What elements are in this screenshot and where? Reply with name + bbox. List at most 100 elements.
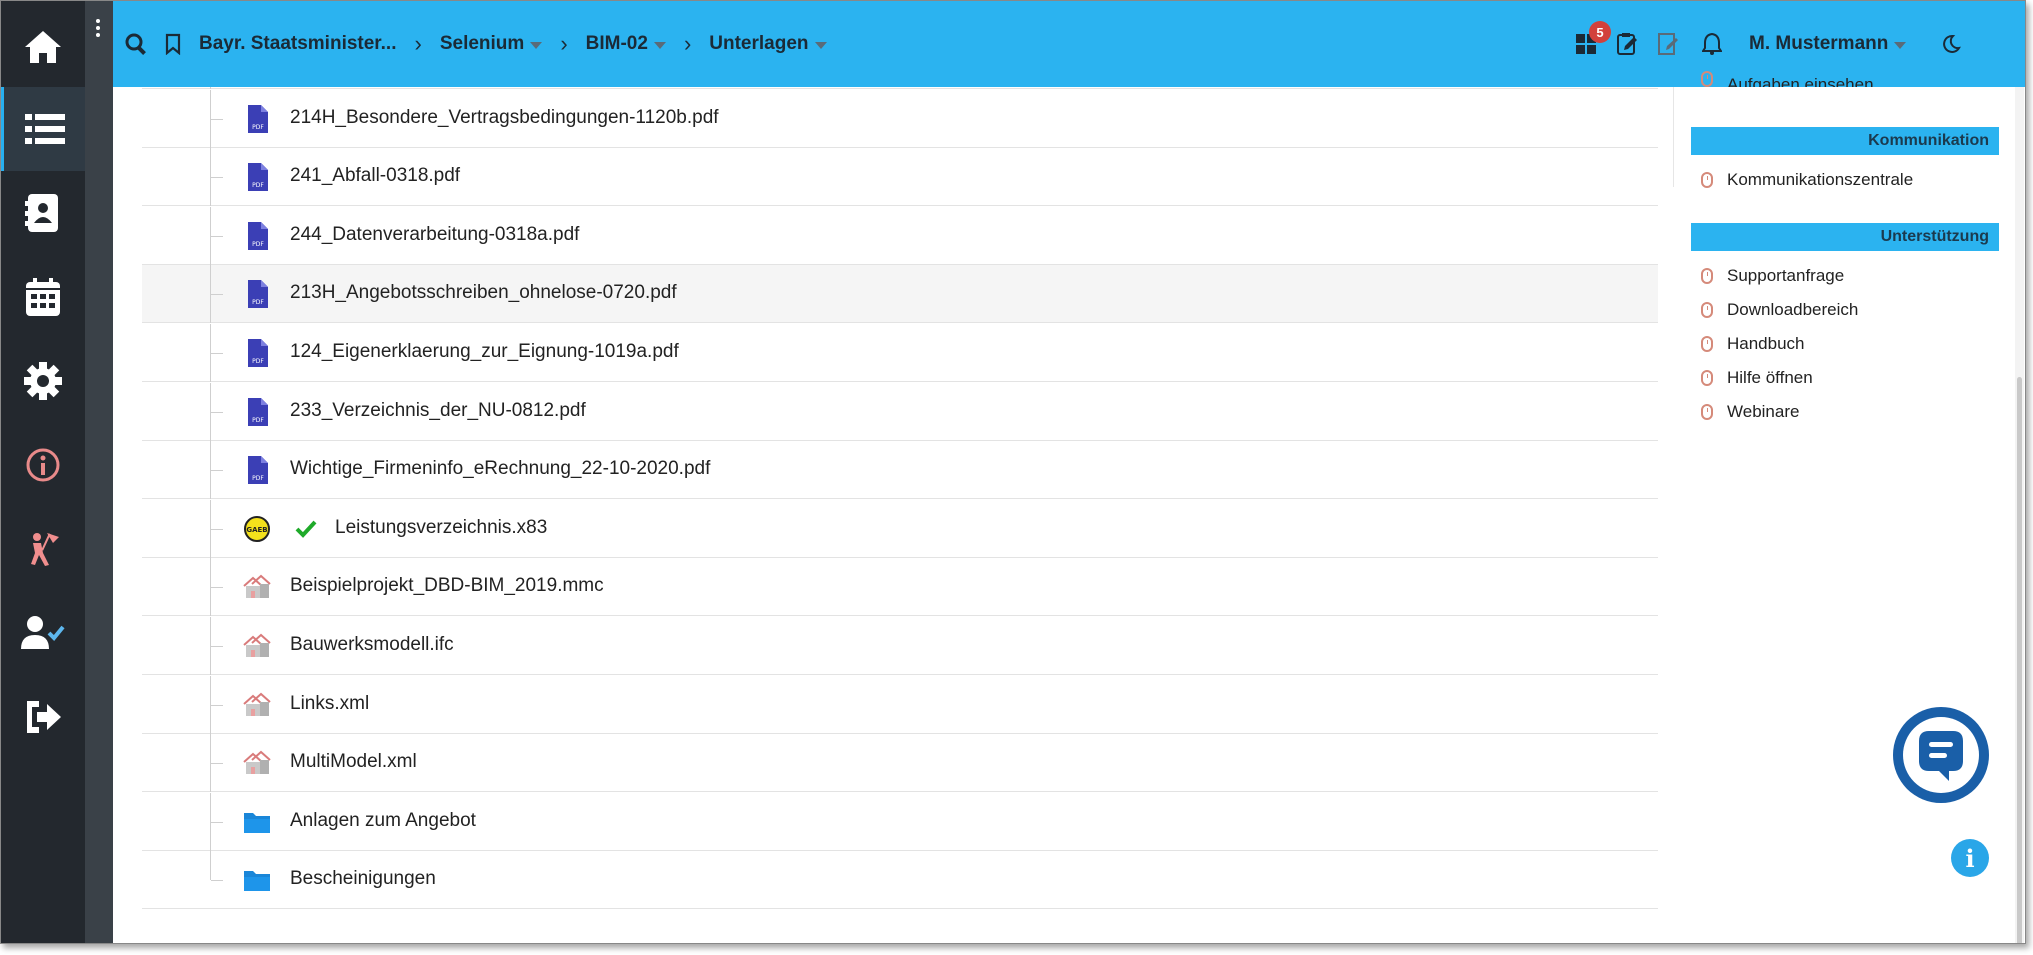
section-header-support: Unterstützung: [1691, 223, 1999, 251]
svg-text:PDF: PDF: [252, 124, 264, 131]
file-row[interactable]: Bauwerksmodell.ifc: [142, 617, 1658, 675]
chevron-right-icon: ›: [683, 31, 692, 56]
file-name[interactable]: 233_Verzeichnis_der_NU-0812.pdf: [290, 400, 586, 422]
dark-mode-toggle[interactable]: [1941, 1, 1961, 87]
chat-button[interactable]: [1893, 707, 1989, 803]
file-name[interactable]: 214H_Besondere_Vertragsbedingungen-1120b…: [290, 107, 719, 129]
breadcrumb-item-documents[interactable]: Unterlagen: [709, 33, 827, 55]
breadcrumb-bim-label: BIM-02: [585, 33, 648, 54]
kebab-menu-icon[interactable]: [96, 19, 102, 40]
file-row[interactable]: GAEB Leistungsverzeichnis.x83: [142, 499, 1658, 558]
mouse-icon: [1701, 172, 1713, 188]
file-name[interactable]: Wichtige_Firmeninfo_eRechnung_22-10-2020…: [290, 458, 710, 480]
svg-text:PDF: PDF: [252, 182, 264, 189]
scrollbar-thumb[interactable]: [2017, 377, 2022, 943]
bim-model-icon: [242, 572, 272, 602]
svg-text:PDF: PDF: [252, 299, 264, 306]
file-name[interactable]: Beispielprojekt_DBD-BIM_2019.mmc: [290, 575, 604, 597]
search-button[interactable]: [125, 1, 147, 87]
tree-branch: [211, 587, 223, 589]
document-edit-icon: [1658, 33, 1678, 55]
sidebar-item-tasks[interactable]: Aufgaben einsehen: [1701, 69, 1874, 87]
file-name[interactable]: 124_Eigenerklaerung_zur_Eignung-1019a.pd…: [290, 341, 679, 363]
file-name[interactable]: Leistungsverzeichnis.x83: [335, 517, 547, 539]
file-row[interactable]: Beispielprojekt_DBD-BIM_2019.mmc: [142, 558, 1658, 617]
panel-divider: [1673, 87, 1674, 187]
file-name[interactable]: 244_Datenverarbeitung-0318a.pdf: [290, 224, 579, 246]
sidebar-item-communication-center[interactable]: Kommunikationszentrale: [1701, 167, 1913, 193]
sidebar-item-download-area[interactable]: Downloadbereich: [1701, 297, 1858, 323]
file-name[interactable]: Bescheinigungen: [290, 868, 436, 890]
gaeb-file-icon: GAEB: [242, 514, 272, 544]
file-row[interactable]: PDF 214H_Besondere_Vertragsbedingungen-11…: [142, 89, 1658, 148]
sidebar-item-manual[interactable]: Handbuch: [1701, 331, 1805, 357]
file-row[interactable]: MultiModel.xml: [142, 734, 1658, 793]
nav-list[interactable]: [1, 87, 85, 171]
notification-count-badge: 5: [1589, 21, 1611, 43]
user-name: M. Mustermann: [1749, 33, 1889, 54]
breadcrumb-item-bim[interactable]: BIM-02: [586, 33, 666, 55]
calendar-icon: [26, 278, 60, 316]
bell-icon: [1702, 32, 1722, 55]
chevron-down-icon: [653, 42, 666, 49]
chevron-right-icon: ›: [414, 31, 422, 56]
dashboard-button[interactable]: [1575, 1, 1597, 87]
nav-logout[interactable]: [1, 675, 85, 759]
nav-contacts[interactable]: [1, 171, 85, 255]
mouse-icon: [1701, 404, 1713, 420]
file-row[interactable]: PDF 213H_Angebotsschreiben_ohnelose-0720.…: [142, 265, 1658, 324]
file-row[interactable]: PDF 233_Verzeichnis_der_NU-0812.pdf: [142, 382, 1658, 441]
sidebar-item-label: Downloadbereich: [1727, 300, 1859, 319]
nav-calendar[interactable]: [1, 255, 85, 339]
file-name[interactable]: Anlagen zum Angebot: [290, 810, 476, 832]
nav-info[interactable]: [1, 423, 85, 507]
tree-branch: [211, 118, 223, 120]
file-name[interactable]: Links.xml: [290, 693, 369, 715]
pdf-file-icon: PDF: [242, 162, 272, 192]
breadcrumb-item-project[interactable]: Selenium: [440, 33, 543, 55]
clipboard-edit-icon: [1617, 33, 1637, 55]
vertical-scrollbar[interactable]: [2015, 87, 2024, 943]
settings-gear-icon: [24, 362, 62, 400]
nav-settings[interactable]: [1, 339, 85, 423]
file-row[interactable]: PDF 241_Abfall-0318.pdf: [142, 148, 1658, 207]
mouse-icon: [1701, 302, 1713, 318]
help-info-button[interactable]: i: [1951, 839, 1989, 877]
mouse-icon: [1701, 370, 1713, 386]
file-row[interactable]: PDF 124_Eigenerklaerung_zur_Eignung-1019a…: [142, 324, 1658, 382]
file-name[interactable]: 213H_Angebotsschreiben_ohnelose-0720.pdf: [290, 282, 677, 304]
sidebar-item-open-help[interactable]: Hilfe öffnen: [1701, 365, 1813, 391]
sidebar-item-webinars[interactable]: Webinare: [1701, 399, 1799, 425]
file-row[interactable]: PDF Wichtige_Firmeninfo_eRechnung_22-10-2…: [142, 441, 1658, 500]
file-row[interactable]: Anlagen zum Angebot: [142, 792, 1658, 851]
tree-branch: [211, 177, 223, 179]
clipboard-edit-button[interactable]: [1616, 1, 1638, 87]
collapse-menu-strip[interactable]: [85, 1, 113, 943]
bookmark-icon: [165, 33, 181, 55]
document-edit-button[interactable]: [1657, 1, 1679, 87]
nav-tasks[interactable]: [1, 507, 85, 591]
file-row[interactable]: PDF 244_Datenverarbeitung-0318a.pdf: [142, 206, 1658, 265]
file-row[interactable]: Links.xml: [142, 675, 1658, 734]
mouse-icon: [1701, 268, 1713, 284]
file-name[interactable]: 241_Abfall-0318.pdf: [290, 165, 460, 187]
nav-user-approvals[interactable]: [1, 591, 85, 675]
file-row[interactable]: Bescheinigungen: [142, 851, 1658, 910]
pdf-file-icon: PDF: [242, 455, 272, 485]
chat-bubble-icon: [1903, 717, 1979, 793]
sidebar-item-label: Kommunikationszentrale: [1727, 170, 1914, 189]
pdf-file-icon: PDF: [242, 338, 272, 368]
file-name[interactable]: MultiModel.xml: [290, 751, 417, 773]
file-name[interactable]: Bauwerksmodell.ifc: [290, 634, 454, 656]
bookmark-button[interactable]: [165, 1, 181, 87]
chevron-down-icon: [530, 42, 543, 49]
tree-line: [210, 851, 211, 881]
sidebar-item-support-request[interactable]: Supportanfrage: [1701, 263, 1844, 289]
tree-branch: [211, 294, 223, 296]
breadcrumb-item-org[interactable]: Bayr. Staatsminister...: [199, 33, 397, 55]
breadcrumb: Bayr. Staatsminister... › Selenium › BIM…: [199, 1, 827, 87]
breadcrumb-documents-label: Unterlagen: [709, 33, 809, 54]
nav-home[interactable]: [1, 5, 85, 89]
contacts-icon: [25, 194, 58, 232]
sidebar-item-label: Supportanfrage: [1727, 266, 1845, 285]
